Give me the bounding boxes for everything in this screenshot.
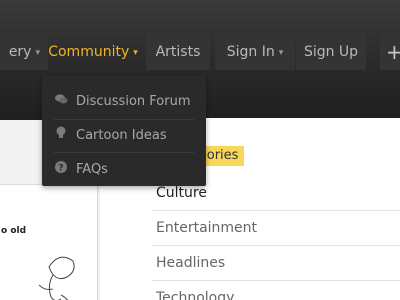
category-headlines[interactable]: Headlines (156, 246, 400, 280)
plus-icon: + (386, 40, 400, 64)
question-circle-icon: ? (54, 152, 68, 186)
nav-community-label: Community (48, 44, 130, 60)
menu-item-discussion-forum[interactable]: Discussion Forum (54, 84, 194, 118)
community-dropdown-menu: Discussion Forum Cartoon Ideas ? FAQs (42, 76, 206, 186)
nav-sign-up-label: Sign Up (303, 44, 359, 60)
menu-item-cartoon-ideas[interactable]: Cartoon Ideas (54, 118, 194, 152)
nav-sign-up[interactable]: Sign Up (296, 34, 366, 70)
nav-gallery-label: ery (8, 44, 32, 60)
comic-sketch (38, 256, 75, 300)
speech-bubbles-icon (54, 84, 68, 118)
nav-artists-label: Artists (155, 44, 201, 60)
chevron-down-icon: ▾ (35, 48, 40, 58)
svg-text:?: ? (58, 164, 63, 174)
nav-community[interactable]: Community ▾ (44, 34, 142, 70)
chevron-down-icon: ▾ (133, 48, 138, 58)
menu-item-label: Cartoon Ideas (76, 128, 167, 143)
category-technology[interactable]: Technology (156, 281, 400, 300)
nav-artists[interactable]: Artists (146, 34, 210, 70)
category-entertainment[interactable]: Entertainment (156, 211, 400, 245)
chevron-down-icon: ▾ (278, 48, 284, 58)
nav-more-button[interactable]: + (380, 34, 400, 70)
nav-sign-in[interactable]: Sign In ▾ (215, 34, 295, 70)
menu-item-label: FAQs (76, 162, 108, 177)
nav-gallery[interactable]: ery ▾ (0, 34, 48, 70)
comic-preview[interactable]: o old (0, 184, 98, 300)
lightbulb-icon (54, 118, 68, 152)
panel-pointer-notch (126, 188, 134, 204)
menu-item-label: Discussion Forum (76, 94, 191, 109)
menu-item-faqs[interactable]: ? FAQs (54, 152, 194, 186)
nav-sign-in-label: Sign In (226, 44, 275, 60)
